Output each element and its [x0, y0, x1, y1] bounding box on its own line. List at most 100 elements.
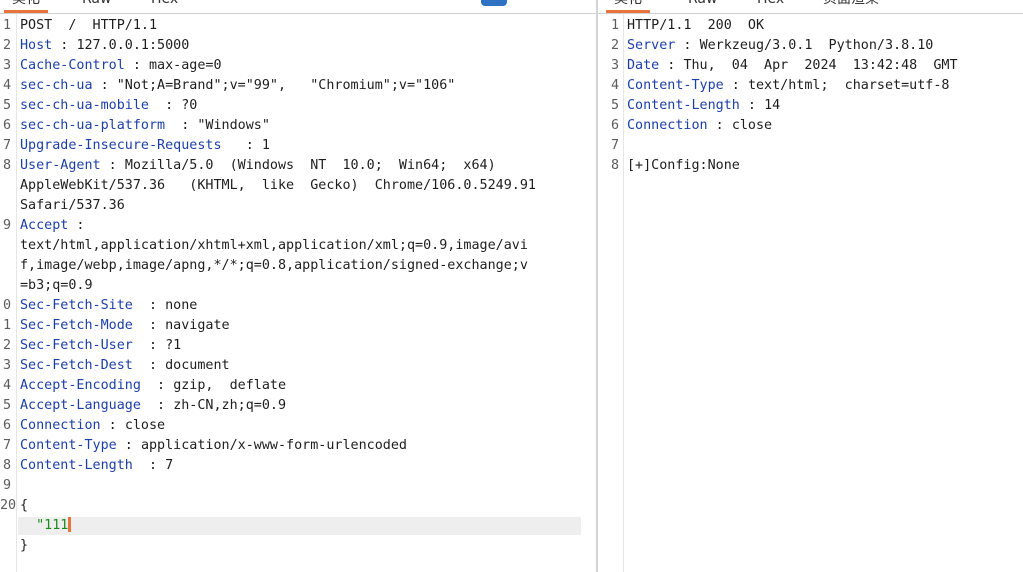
line-content: Cache-Control : max-age=0	[20, 56, 222, 76]
code-line: =b3;q=0.9	[0, 276, 596, 296]
header-separator: :	[659, 58, 684, 73]
response-tab-raw[interactable]: Raw	[680, 0, 725, 11]
request-tab-raw[interactable]: Raw	[74, 0, 119, 11]
request-code[interactable]: 1 POST / HTTP/1.1 2 Host : 127.0.0.1:5000 3 C…	[0, 16, 596, 556]
header-value: 127.0.0.1:5000	[76, 38, 190, 53]
request-tabbar: 美化 Raw Hex ↵ ≡	[0, 0, 596, 14]
line-content: Date : Thu, 04 Apr 2024 13:42:48 GMT	[627, 56, 958, 76]
line-number: 20	[0, 498, 17, 513]
line-number: 8	[610, 158, 619, 173]
line-number: 1	[2, 318, 11, 333]
header-value: close	[124, 418, 166, 433]
line-number: 5	[2, 98, 11, 113]
line-number: 4	[2, 378, 11, 393]
code-line: 8 User-Agent : Mozilla/5.0 (Windows NT 10…	[0, 156, 596, 176]
header-separator: :	[221, 138, 262, 153]
line-number: 7	[2, 438, 11, 453]
line-number: 2	[2, 338, 11, 353]
line-content: }	[20, 536, 28, 556]
header-name: Accept-Language	[20, 398, 141, 413]
request-editor[interactable]: 美化 Raw Hex ↵ ≡ 1 POST / HTTP/1.1 2 Host : 1…	[0, 0, 596, 572]
header-name: Sec-Fetch-User	[20, 338, 133, 353]
code-line: 1 HTTP/1.1 200 OK	[598, 16, 1023, 36]
header-value: 7	[165, 458, 174, 473]
header-value: text/html; charset=utf-8	[747, 78, 950, 93]
header-value: "Not;A=Brand";v="99", "Chromium";v="106"	[116, 78, 456, 93]
code-line: 9 Accept :	[0, 216, 596, 236]
line-number: 5	[610, 98, 619, 113]
header-value: none	[165, 298, 198, 313]
header-name: Connection	[627, 118, 708, 133]
line-number: 8	[2, 458, 11, 473]
code-line: 1 Sec-Fetch-Mode : navigate	[0, 316, 596, 336]
header-separator: :	[140, 378, 174, 393]
header-value: application/x-www-form-urlencoded	[140, 438, 407, 453]
header-separator: :	[100, 158, 125, 173]
response-tab-render[interactable]: 页面渲染	[815, 0, 887, 11]
code-line: 8 [+]Config:None	[598, 156, 1023, 176]
request-tab-hex[interactable]: Hex	[143, 0, 186, 11]
line-number: 1	[610, 18, 619, 33]
line-content: Accept-Encoding : gzip, deflate	[20, 376, 286, 396]
code-line: 7 Content-Type : application/x-www-form-u…	[0, 436, 596, 456]
line-content: POST / HTTP/1.1	[20, 16, 157, 36]
code-line: 7	[598, 136, 1023, 156]
header-separator: :	[124, 58, 149, 73]
newline-toggle-icon[interactable]: ↵	[526, 0, 536, 7]
line-content: Sec-Fetch-Dest : document	[20, 356, 230, 376]
line-number: 7	[610, 138, 619, 153]
code-line: 1 POST / HTTP/1.1	[0, 16, 596, 36]
line-text: POST / HTTP/1.1	[20, 18, 158, 33]
line-number: 1	[2, 18, 11, 33]
response-viewer[interactable]: 美化 Raw Hex 页面渲染 1 HTTP/1.1 200 OK 2 Server …	[598, 0, 1023, 572]
line-content: text/html,application/xhtml+xml,applicat…	[20, 236, 528, 256]
code-line: 6 Connection : close	[598, 116, 1023, 136]
header-name: Cache-Control	[20, 58, 125, 73]
header-name: Accept-Encoding	[20, 378, 141, 393]
code-line: 5 Content-Length : 14	[598, 96, 1023, 116]
header-name: Sec-Fetch-Dest	[20, 358, 133, 373]
request-tab-pretty[interactable]: 美化	[4, 0, 48, 13]
line-text: [+]Config:None	[627, 158, 740, 173]
line-number: 5	[2, 398, 11, 413]
text-cursor	[68, 517, 72, 532]
line-number: 7	[2, 138, 11, 153]
header-name: Sec-Fetch-Site	[20, 298, 133, 313]
code-line: 2 Server : Werkzeug/3.0.1 Python/3.8.10	[598, 36, 1023, 56]
code-line: "111	[0, 516, 596, 536]
line-content: Sec-Fetch-Site : none	[20, 296, 197, 316]
header-value: navigate	[165, 318, 230, 333]
header-separator: :	[92, 78, 117, 93]
header-separator: :	[149, 98, 182, 113]
line-content: sec-ch-ua-platform : "Windows"	[20, 116, 270, 136]
line-text: f,image/webp,image/apng,*/*;q=0.8,applic…	[20, 258, 528, 273]
code-line: f,image/webp,image/apng,*/*;q=0.8,applic…	[0, 256, 596, 276]
header-name: Server	[627, 38, 676, 53]
line-number: 6	[2, 418, 11, 433]
header-separator: :	[132, 358, 166, 373]
header-separator: :	[132, 338, 166, 353]
header-value: 14	[764, 98, 781, 113]
menu-icon[interactable]: ≡	[561, 0, 571, 7]
header-value: ?0	[181, 98, 198, 113]
line-number: 3	[2, 58, 11, 73]
header-separator: :	[140, 398, 174, 413]
header-separator: :	[132, 318, 166, 333]
line-content: Safari/537.36	[20, 196, 125, 216]
response-code: 1 HTTP/1.1 200 OK 2 Server : Werkzeug/3.0.1…	[598, 16, 1023, 176]
line-text: text/html,application/xhtml+xml,applicat…	[20, 238, 528, 253]
line-content: Content-Type : text/html; charset=utf-8	[627, 76, 949, 96]
code-line: 2 Sec-Fetch-User : ?1	[0, 336, 596, 356]
header-name: sec-ch-ua	[20, 78, 93, 93]
line-text: HTTP/1.1 200 OK	[627, 18, 765, 33]
format-toggle-icon[interactable]	[481, 0, 507, 6]
header-separator: :	[723, 78, 748, 93]
response-tab-pretty[interactable]: 美化	[606, 0, 650, 13]
line-content: "111	[20, 516, 72, 536]
response-tab-hex[interactable]: Hex	[749, 0, 792, 11]
header-separator: :	[707, 118, 732, 133]
header-separator: :	[52, 38, 77, 53]
line-content: Content-Length : 14	[627, 96, 780, 116]
line-content: Sec-Fetch-User : ?1	[20, 336, 181, 356]
response-tabbar: 美化 Raw Hex 页面渲染	[598, 0, 1023, 14]
